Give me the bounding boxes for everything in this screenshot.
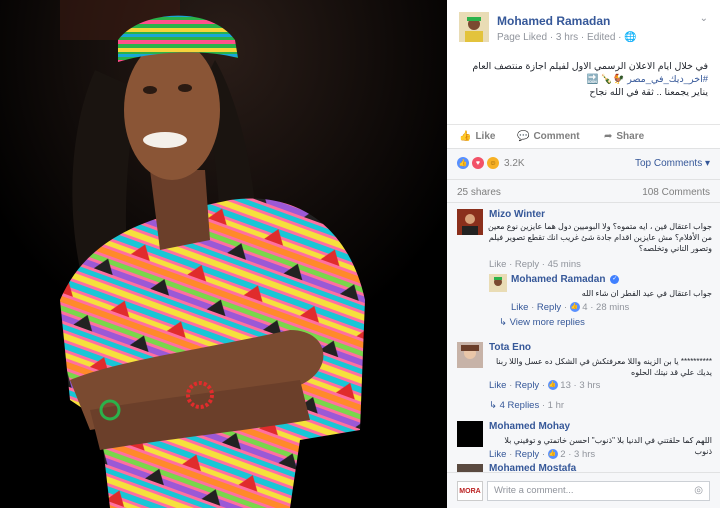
post-photo[interactable] <box>0 0 447 508</box>
replies-count-label: 4 Replies <box>499 400 540 411</box>
comment-input[interactable]: Write a comment... ◎ <box>487 481 710 501</box>
like-badge-icon: 👍 <box>547 380 558 391</box>
commenter-name-link[interactable]: Mizo Winter <box>489 209 545 220</box>
reply-arrow-icon: ↳ <box>489 400 497 411</box>
view-more-replies-label: View more replies <box>509 317 585 328</box>
comment-composer: MORA Write a comment... ◎ <box>447 472 720 508</box>
comment-text-line: يديك علي قد نيتك الحلوه <box>631 368 712 377</box>
comment-like-link[interactable]: Like <box>489 380 506 391</box>
reply-text: جواب اعتقال في عيد الفطر ان شاء الله <box>581 289 712 298</box>
post-side-panel: Mohamed Ramadan Page Liked · 3 hrs · Edi… <box>447 0 720 508</box>
commenter-avatar[interactable] <box>457 421 483 447</box>
like-badge-icon: 👍 <box>547 449 558 460</box>
comment-like-count: 13 <box>560 380 571 391</box>
like-badge-icon: 👍 <box>569 302 580 313</box>
comment-input-placeholder: Write a comment... <box>494 485 574 496</box>
view-replies-link[interactable]: ↳ 4 Replies · 1 hr <box>489 400 564 411</box>
current-user-avatar: MORA <box>457 481 483 501</box>
haha-reaction-icon: ☺ <box>487 157 499 169</box>
comment-text-line: من الأفلام؟ مش عايزين اقدام جادة شئ غريب… <box>488 233 712 242</box>
comment-button[interactable]: 💬 Comment <box>517 131 580 142</box>
shares-count-link[interactable]: 25 shares <box>457 187 501 198</box>
comment-actions: Like · Reply · 👍 2 · 3 hrs <box>489 449 596 460</box>
reaction-count: 3.2K <box>504 157 525 169</box>
top-comments-dropdown[interactable]: Top Comments ▾ <box>635 158 710 169</box>
share-arrow-icon: ➦ <box>604 131 613 142</box>
comment: Mizo Winter جواب اعتقال فين ، ايه متموه؟… <box>457 209 712 270</box>
comment-text-line: ********** يا بن الزينه واللا معرفتكش في… <box>495 357 712 366</box>
comment-reply: Mohamed Ramadan ✓ جواب اعتقال في عيد الف… <box>489 274 712 322</box>
post-text: في خلال ايام الاعلان الرسمي الاول لفيلم … <box>459 60 708 99</box>
verified-badge-icon: ✓ <box>610 274 620 284</box>
replier-name-link[interactable]: Mohamed Ramadan <box>511 274 605 285</box>
post-text-line: يناير يجمعنا .. ثقة في الله نجاح <box>589 87 708 98</box>
love-reaction-icon: ♥ <box>472 157 484 169</box>
share-button[interactable]: ➦ Share <box>604 131 644 142</box>
speech-bubble-icon: 💬 <box>517 131 530 142</box>
comment-text-line: وتصور التاني وتخلصه؟ <box>638 244 712 253</box>
globe-icon: 🌐 <box>624 32 637 43</box>
post-action-bar: 👍 Like 💬 Comment ➦ Share <box>447 124 720 148</box>
comment-actions[interactable]: Like · Reply · 45 mins <box>489 259 581 270</box>
comment-like-link[interactable]: Like <box>489 449 506 460</box>
reply-actions: Like · Reply · 👍 4 · 28 mins <box>511 302 630 313</box>
post-header: Mohamed Ramadan Page Liked · 3 hrs · Edi… <box>447 0 720 50</box>
commenter-name-link[interactable]: Mohamed Mohay <box>489 421 570 432</box>
reply-like-count: 4 <box>582 302 588 313</box>
comment-time: 3 hrs <box>574 449 596 460</box>
replies-time: 1 hr <box>547 400 565 411</box>
author-avatar[interactable] <box>459 12 489 42</box>
post-meta: Page Liked · 3 hrs · Edited · <box>497 32 622 43</box>
like-button[interactable]: 👍 Like <box>459 131 495 142</box>
comment-actions: Like · Reply · 👍 13 · 3 hrs <box>489 380 601 391</box>
commenter-avatar[interactable] <box>457 342 483 368</box>
view-more-replies-link[interactable]: ↳ View more replies <box>499 317 585 328</box>
reply-arrow-icon: ↳ <box>499 317 507 328</box>
thumbs-up-icon: 👍 <box>459 131 472 142</box>
comment-reply-link[interactable]: Reply <box>515 449 539 460</box>
post-text-line: في خلال ايام الاعلان الرسمي الاول لفيلم … <box>472 61 708 72</box>
commenter-name-link[interactable]: Tota Eno <box>489 342 531 353</box>
comment-like-count: 2 <box>560 449 566 460</box>
photo-illustration <box>0 0 447 508</box>
reply-reply-link[interactable]: Reply <box>537 302 561 313</box>
post-hashtag-link[interactable]: #اخر_ديك_في_مصر 🐓🍾 🔜 <box>459 73 708 86</box>
feedback-section: 👍 ♥ ☺ 3.2K Top Comments ▾ 25 shares 108 … <box>447 148 720 508</box>
replier-avatar[interactable] <box>489 274 507 292</box>
comments-count-link[interactable]: 108 Comments <box>642 187 710 198</box>
author-name-link[interactable]: Mohamed Ramadan <box>497 14 610 28</box>
chevron-down-icon[interactable]: ⌄ <box>700 13 708 24</box>
comment-text-line: جواب اعتقال فين ، ايه متموه؟ ولا البوميي… <box>487 222 712 231</box>
like-label: Like <box>475 131 496 142</box>
comment-time: 3 hrs <box>579 380 601 391</box>
share-comment-counts: 25 shares 108 Comments <box>447 179 720 203</box>
like-reaction-icon: 👍 <box>457 157 469 169</box>
reactions-summary[interactable]: 👍 ♥ ☺ 3.2K <box>457 157 525 169</box>
share-label: Share <box>616 131 645 142</box>
reply-like-link[interactable]: Like <box>511 302 528 313</box>
camera-icon[interactable]: ◎ <box>694 482 703 500</box>
comment-text: ********** يا بن الزينه واللا معرفتكش في… <box>487 356 712 378</box>
comment-label: Comment <box>533 131 580 142</box>
comment-reply-link[interactable]: Reply <box>515 380 539 391</box>
comment-text: جواب اعتقال فين ، ايه متموه؟ ولا البوميي… <box>462 221 712 254</box>
reply-time: 28 mins <box>596 302 630 313</box>
